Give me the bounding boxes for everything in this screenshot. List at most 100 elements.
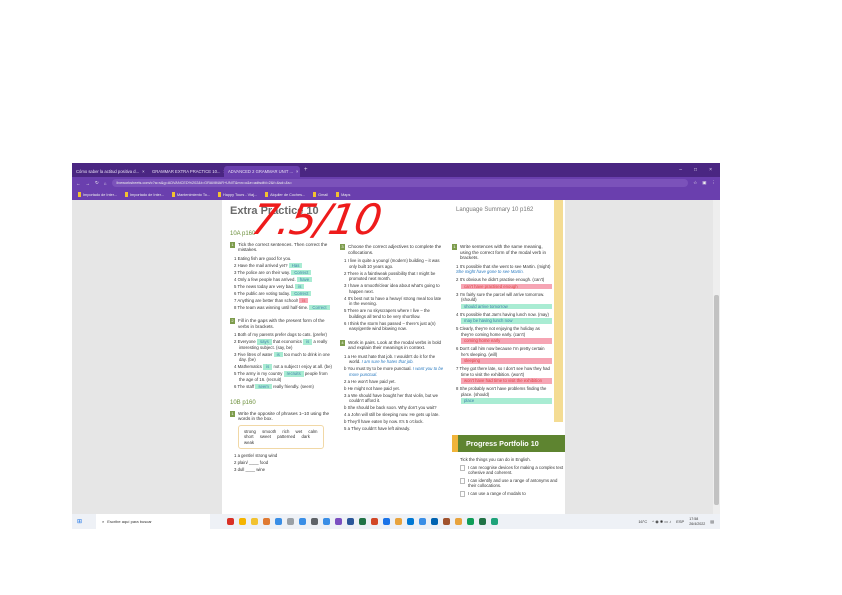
language-indicator[interactable]: ESP [676, 519, 684, 524]
url-input[interactable]: liveworksheets.com/c?a=s&g=ADVANCED%202&… [111, 179, 689, 187]
system-tray: 16°C ^ ◉ ✱ ▭ ♪ ESP 17:58 26/4/2022 ▤ [638, 517, 720, 526]
taskbar-app-icon[interactable] [286, 517, 294, 525]
taskbar-app-icon[interactable] [226, 517, 234, 525]
taskbar-app-icon[interactable] [478, 517, 486, 525]
answer-field[interactable]: Correct [309, 304, 330, 310]
answer-field[interactable]: Has [288, 262, 303, 268]
item-text: 4 It's possible that Jan's having lunch … [456, 311, 549, 317]
exercise-title: Write sentences with the same meaning, u… [460, 244, 547, 260]
exercise-item: 1 a He must hate that job. I wouldn't do… [340, 354, 444, 365]
answer-field[interactable]: is [303, 339, 313, 345]
answer-field[interactable]: recruits [283, 371, 304, 377]
answer-field[interactable]: have [296, 276, 313, 282]
bookmark[interactable]: Maps [336, 192, 350, 197]
home-icon[interactable]: ⌂ [104, 181, 107, 186]
taskbar-app-icon[interactable] [466, 517, 474, 525]
taskbar-app-icon[interactable] [418, 517, 426, 525]
answer-field[interactable]: place [461, 398, 552, 404]
exercise-item: 3 I'm fairly sure the parcel will arrive… [452, 292, 552, 309]
close-window-icon[interactable]: × [709, 167, 712, 173]
answer-field[interactable]: Correct [291, 290, 312, 296]
item-number: 2 [234, 339, 237, 344]
exercise-item: 1 Both of my parents prefer dogs to cats… [230, 332, 332, 338]
answer-field[interactable]: should arrive tomorrow [461, 303, 552, 309]
back-icon[interactable]: ← [76, 181, 81, 186]
close-icon[interactable]: × [142, 169, 144, 174]
checkbox[interactable] [460, 464, 465, 471]
taskbar-app-icon[interactable] [298, 517, 306, 525]
tab[interactable]: GRAMMAR EXTRA PRACTICE 10...× [148, 166, 224, 177]
reload-icon[interactable]: ↻ [95, 180, 99, 186]
bookmark[interactable]: Gmail [313, 192, 328, 197]
exercise-number: 1 [452, 244, 457, 250]
answer-field[interactable]: may be having lunch now [461, 318, 552, 324]
item-text: b She should be back soon. Why don't you… [344, 405, 437, 410]
notifications-icon[interactable]: ▤ [710, 519, 714, 524]
bookmark-label: Gmail [318, 192, 329, 197]
taskbar-app-icon[interactable] [406, 517, 414, 525]
answer-field[interactable]: seem [255, 383, 272, 389]
scrollbar-thumb[interactable] [714, 295, 719, 505]
item-number: 5 [234, 283, 237, 289]
exercise-item: 5 a They couldn't have left already. [340, 426, 444, 432]
taskbar-app-icon[interactable] [334, 517, 342, 525]
tab-active[interactable]: ADVANCED 2 GRAMMAR UNIT ... × [224, 166, 300, 177]
windows-start-icon[interactable]: ⊞ [77, 518, 82, 525]
answer-field[interactable]: won't have had time to visit the exhibit… [461, 378, 552, 384]
tab[interactable]: Cómo saber la actitud positiva d... × [72, 166, 148, 177]
taskbar-app-icon[interactable] [322, 517, 330, 525]
exercise-title: Fill in the gaps with the present form o… [238, 318, 325, 329]
bookmark-label: Happy Tours - Viaj... [223, 192, 258, 197]
forward-icon[interactable]: → [86, 181, 91, 186]
answer-field[interactable]: coming home early [461, 338, 552, 344]
taskbar-app-icon[interactable] [442, 517, 450, 525]
bookmark[interactable]: Happy Tours - Viaj... [218, 192, 257, 197]
tray-icons[interactable]: ^ ◉ ✱ ▭ ♪ [652, 519, 671, 524]
weather-temp[interactable]: 16°C [638, 519, 647, 524]
answer-field[interactable]: Correct [291, 269, 312, 275]
bookmark[interactable]: Importado de Inter... [124, 192, 164, 197]
item-number: 4 [234, 364, 237, 369]
taskbar-app-icon[interactable] [430, 517, 438, 525]
answer-field[interactable]: is [295, 283, 305, 289]
answer-field[interactable]: is [263, 364, 273, 370]
checkbox[interactable] [460, 490, 465, 497]
bookmark[interactable]: Importado de Inter... [78, 192, 117, 197]
item-text: 5 a They couldn't have left already. [344, 426, 411, 431]
exercise-item: 2 plain/ ____ food [234, 460, 269, 465]
menu-icon[interactable]: ⋮ [712, 180, 717, 186]
taskbar-app-icon[interactable] [238, 517, 246, 525]
minimize-icon[interactable]: – [679, 167, 682, 173]
clock[interactable]: 17:58 26/4/2022 [689, 517, 705, 526]
taskbar-app-icon[interactable] [454, 517, 462, 525]
taskbar-app-icon[interactable] [250, 517, 258, 525]
extensions-icon[interactable]: ▣ [702, 180, 706, 186]
answer-field[interactable]: is [299, 297, 309, 303]
taskbar-app-icon[interactable] [310, 517, 318, 525]
taskbar-app-icon[interactable] [394, 517, 402, 525]
taskbar-search[interactable]: ⌕ Escribe aquí para buscar [96, 514, 211, 529]
scrollbar[interactable] [713, 200, 720, 514]
taskbar-app-icon[interactable] [382, 517, 390, 525]
close-icon[interactable]: × [296, 169, 298, 174]
taskbar-app-icon[interactable] [370, 517, 378, 525]
new-tab-button[interactable]: + [304, 167, 308, 173]
item-text: 2 It's obvious he didn't practise enough… [456, 277, 545, 282]
item-number: 1 [234, 332, 237, 337]
taskbar-app-icon[interactable] [346, 517, 354, 525]
answer-field[interactable]: is [273, 351, 283, 357]
taskbar-app-icon[interactable] [274, 517, 282, 525]
taskbar-app-icon[interactable] [262, 517, 270, 525]
taskbar-app-icon[interactable] [490, 517, 498, 525]
star-icon[interactable]: ☆ [693, 180, 697, 186]
answer-field[interactable]: can't have practised enough [461, 283, 552, 289]
bookmark[interactable]: Mantenimiento To... [171, 192, 210, 197]
checkbox[interactable] [460, 477, 465, 484]
answer-field[interactable]: sleeping [461, 358, 552, 364]
exercise-item: 1 a gentle/ strong wind [234, 453, 278, 458]
bookmark-label: Importado de Inter... [83, 192, 117, 197]
item-number: 8 [234, 304, 237, 310]
bookmark[interactable]: Alquiler de Coches... [265, 192, 305, 197]
taskbar-app-icon[interactable] [358, 517, 366, 525]
maximize-icon[interactable]: □ [694, 167, 697, 173]
